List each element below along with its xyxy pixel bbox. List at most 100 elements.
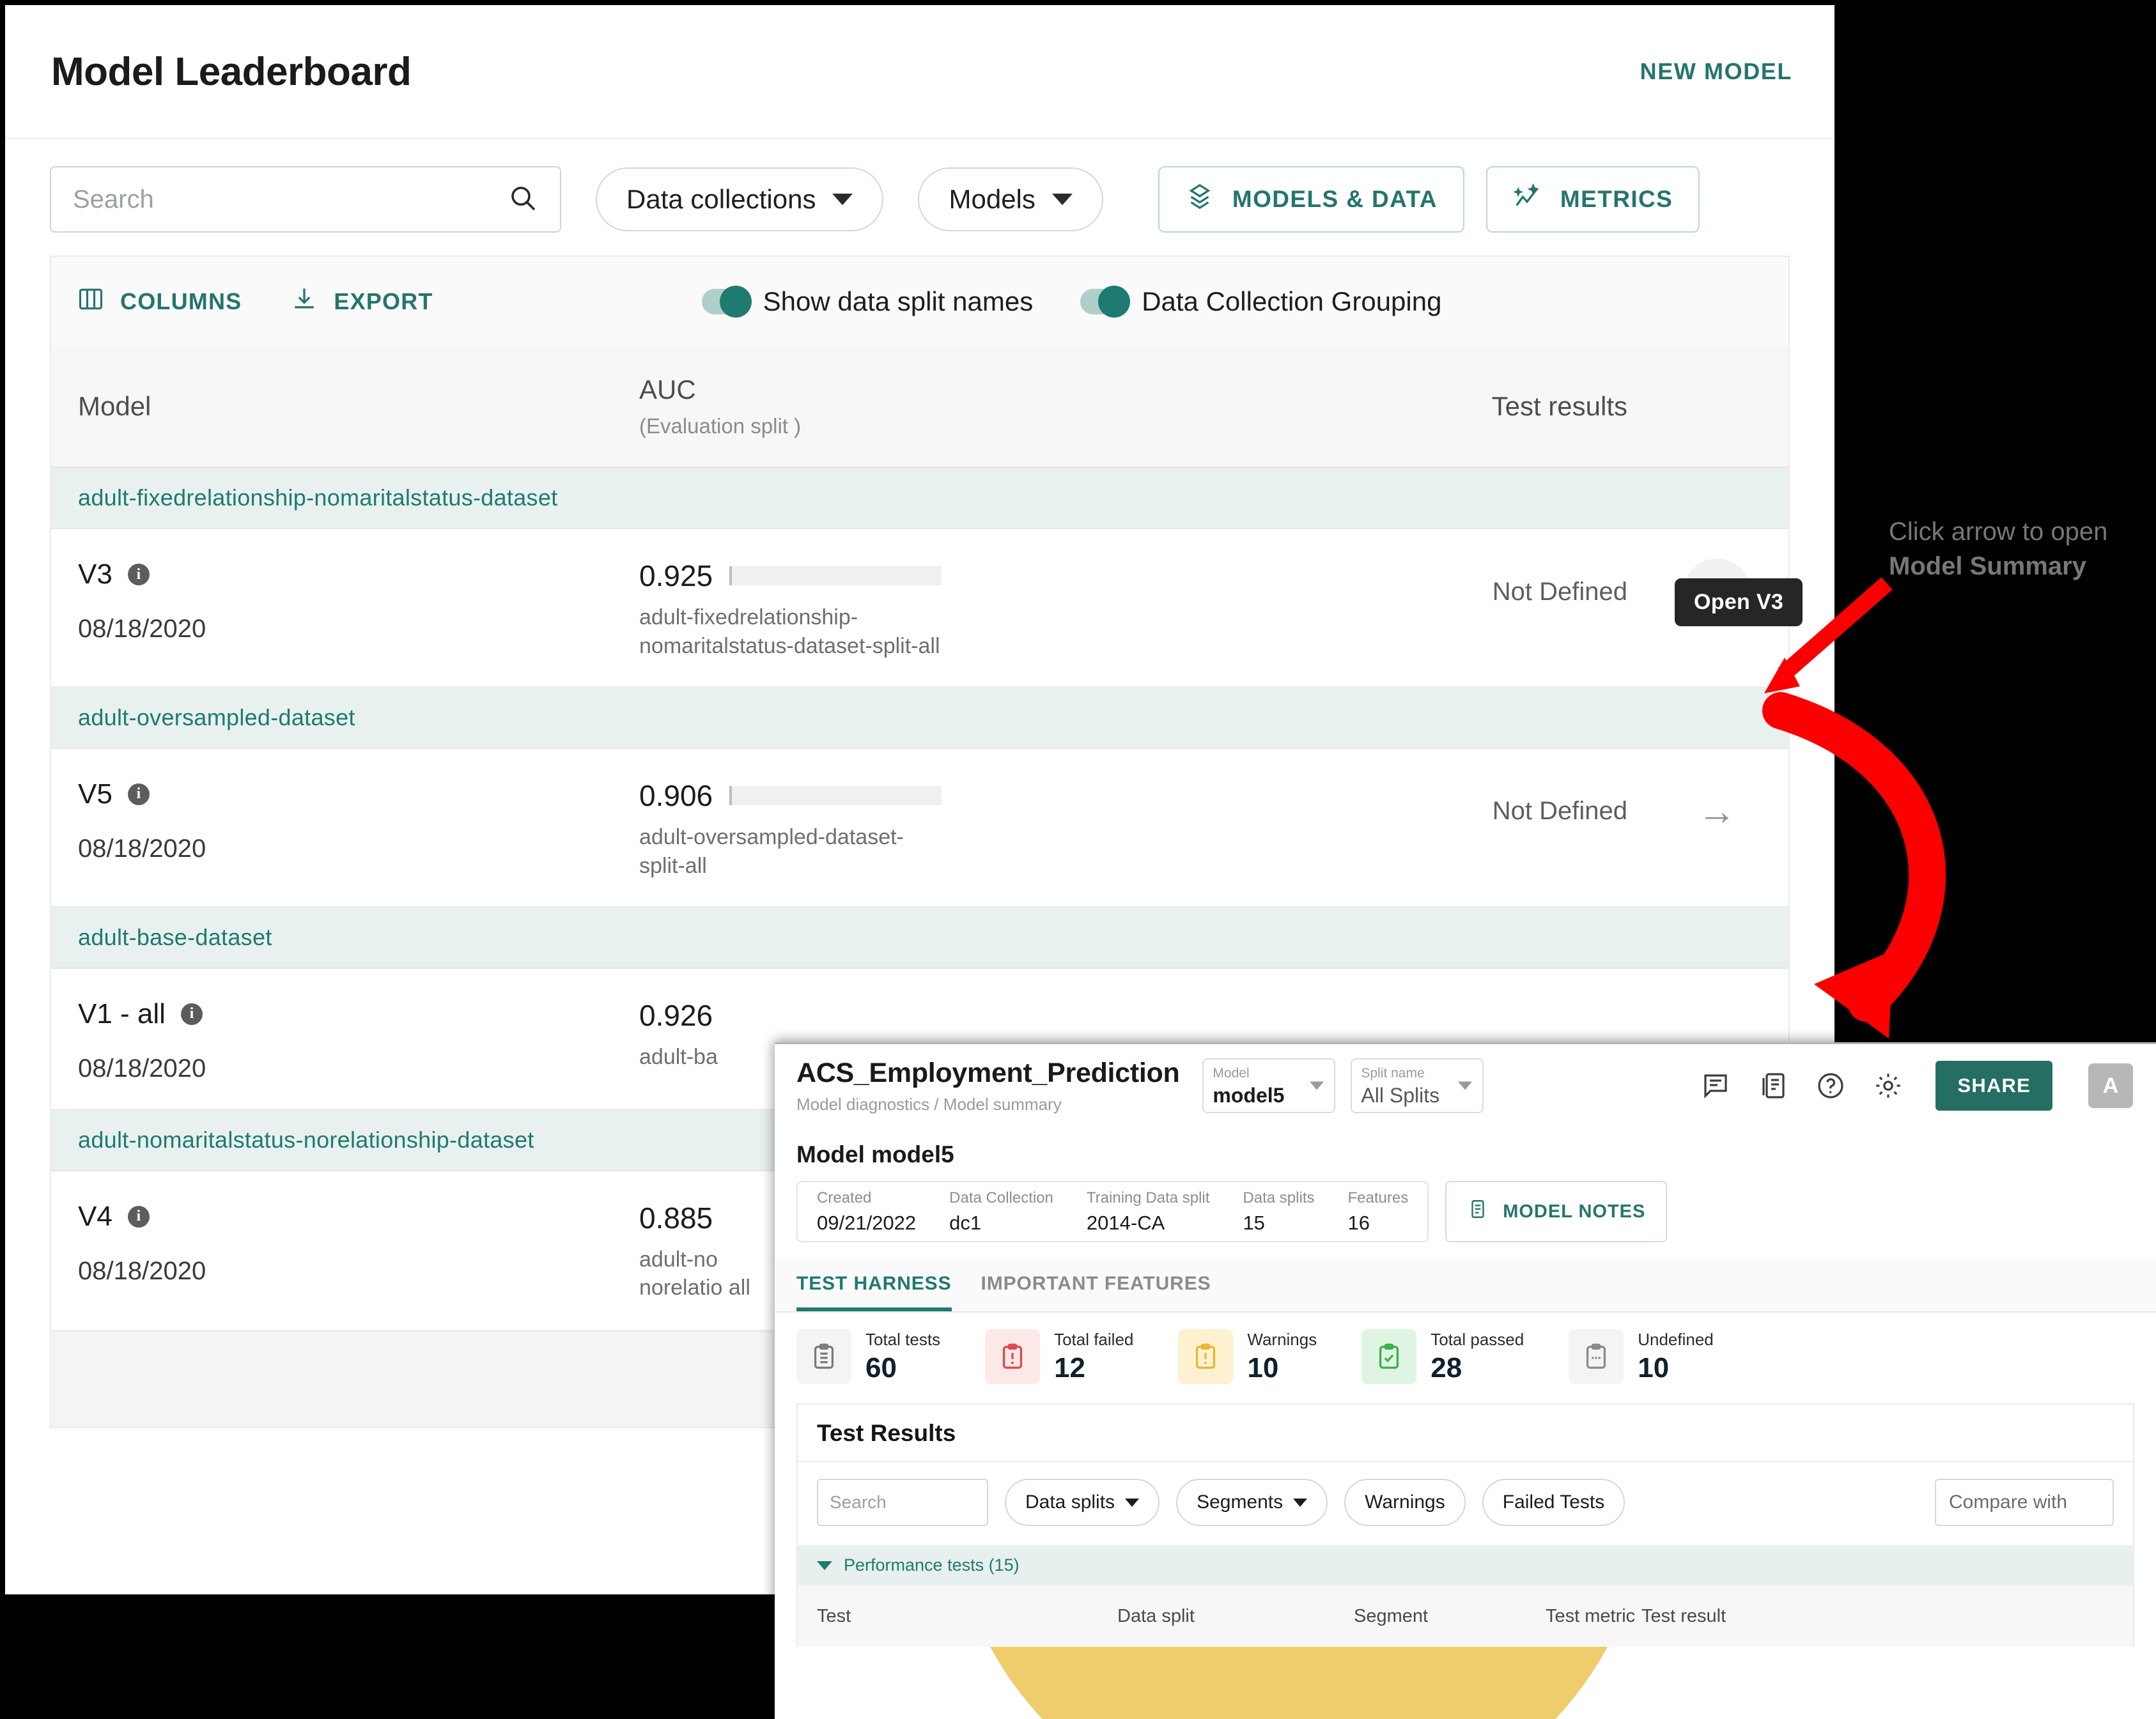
warnings-filter[interactable]: Warnings bbox=[1344, 1479, 1466, 1526]
segments-filter[interactable]: Segments bbox=[1176, 1479, 1328, 1526]
column-header-segment: Segment bbox=[1354, 1606, 1546, 1627]
info-icon[interactable]: i bbox=[128, 564, 150, 585]
gear-icon[interactable] bbox=[1873, 1070, 1904, 1101]
group-header-row[interactable]: adult-fixedrelationship-nomaritalstatus-… bbox=[51, 468, 1788, 529]
arrow-right-icon: → bbox=[1698, 792, 1736, 831]
clipboard-warn-icon bbox=[1178, 1329, 1233, 1384]
meta-value: 09/21/2022 bbox=[817, 1213, 916, 1233]
meta-created: Created 09/21/2022 bbox=[817, 1191, 916, 1233]
data-splits-filter-label: Data splits bbox=[1025, 1492, 1115, 1513]
report-icon[interactable] bbox=[1758, 1070, 1788, 1101]
test-results-search-box[interactable] bbox=[817, 1479, 988, 1526]
show-data-split-names-toggle[interactable]: Show data split names bbox=[702, 286, 1034, 317]
meta-key: Training Data split bbox=[1087, 1191, 1210, 1206]
performance-tests-group-row[interactable]: Performance tests (15) bbox=[798, 1545, 2133, 1585]
sparkle-chart-icon bbox=[1513, 182, 1542, 217]
models-and-data-button[interactable]: MODELS & DATA bbox=[1158, 166, 1464, 233]
table-row[interactable]: V3 i 08/18/2020 0.925 adult-fixedrelatio… bbox=[51, 529, 1788, 688]
stat-label: Undefined bbox=[1638, 1331, 1714, 1348]
avatar[interactable]: A bbox=[2088, 1063, 2133, 1108]
meta-training-data-split: Training Data split 2014-CA bbox=[1087, 1191, 1210, 1233]
column-header-auc: AUC (Evaluation split ) bbox=[639, 374, 1425, 438]
export-label: EXPORT bbox=[334, 288, 433, 315]
column-header-test: Test bbox=[817, 1606, 1117, 1627]
toolbar-toggles: Show data split names Data Collection Gr… bbox=[702, 286, 1442, 317]
summary-body: Model model5 Created 09/21/2022 Data Col… bbox=[775, 1127, 2156, 1647]
compare-with-select[interactable]: Compare with bbox=[1935, 1479, 2114, 1526]
help-icon[interactable] bbox=[1815, 1070, 1846, 1101]
column-header-test-results: Test results bbox=[1425, 391, 1788, 422]
failed-tests-filter[interactable]: Failed Tests bbox=[1482, 1479, 1625, 1526]
meta-key: Features bbox=[1347, 1191, 1408, 1206]
meta-key: Data Collection bbox=[949, 1191, 1053, 1206]
auc-value: 0.906 bbox=[639, 778, 713, 813]
open-model-arrow-button[interactable]: → bbox=[1684, 778, 1750, 845]
column-header-test-metric: Test metric bbox=[1546, 1606, 1641, 1627]
chevron-down-icon bbox=[1293, 1499, 1307, 1507]
search-box[interactable] bbox=[50, 166, 561, 233]
table-toolbar: COLUMNS EXPORT Show data split names Dat… bbox=[50, 256, 1790, 346]
tab-test-harness[interactable]: TEST HARNESS bbox=[796, 1259, 952, 1311]
cell-model: V4 i 08/18/2020 bbox=[51, 1201, 639, 1286]
test-results-table-header: Test Data split Segment Test metric Test… bbox=[798, 1585, 2133, 1647]
split-name-select[interactable]: Split name All Splits bbox=[1351, 1058, 1484, 1113]
column-header-test-results-label: Test results bbox=[1492, 391, 1627, 422]
model-select[interactable]: Model model5 bbox=[1202, 1058, 1335, 1113]
data-collection-grouping-toggle[interactable]: Data Collection Grouping bbox=[1080, 286, 1441, 317]
data-splits-filter[interactable]: Data splits bbox=[1005, 1479, 1159, 1526]
stat-label: Warnings bbox=[1247, 1331, 1317, 1348]
show-data-split-names-label: Show data split names bbox=[763, 286, 1034, 317]
info-icon[interactable]: i bbox=[128, 1206, 150, 1228]
auc-value: 0.925 bbox=[639, 559, 713, 593]
stat-total-passed: Total passed 28 bbox=[1361, 1329, 1524, 1384]
metrics-button[interactable]: METRICS bbox=[1486, 166, 1700, 233]
model-notes-label: MODEL NOTES bbox=[1503, 1201, 1645, 1222]
model-notes-button[interactable]: MODEL NOTES bbox=[1445, 1181, 1667, 1242]
test-results-card: Test Results Data splits Segments bbox=[796, 1403, 2134, 1647]
model-date: 08/18/2020 bbox=[78, 1054, 639, 1083]
table-row[interactable]: V5 i 08/18/2020 0.906 adult-oversampled-… bbox=[51, 749, 1788, 907]
stat-undefined: Undefined 10 bbox=[1569, 1329, 1714, 1384]
group-header-row[interactable]: adult-oversampled-dataset bbox=[51, 688, 1788, 749]
group-header-row[interactable]: adult-base-dataset bbox=[51, 907, 1788, 969]
info-icon[interactable]: i bbox=[128, 783, 150, 805]
meta-value: 2014-CA bbox=[1087, 1213, 1210, 1233]
stat-value: 60 bbox=[865, 1354, 940, 1382]
leaderboard-header: Model Leaderboard NEW MODEL bbox=[5, 5, 1834, 139]
columns-label: COLUMNS bbox=[120, 288, 242, 315]
clipboard-alert-icon bbox=[985, 1329, 1040, 1384]
export-button[interactable]: EXPORT bbox=[290, 285, 433, 319]
column-header-test-result: Test result bbox=[1641, 1606, 1769, 1627]
toggle-switch[interactable] bbox=[702, 289, 750, 314]
share-button[interactable]: SHARE bbox=[1935, 1061, 2052, 1111]
leaderboard-filter-bar: Data collections Models MODELS & DATA ME… bbox=[5, 139, 1834, 256]
meta-value: 16 bbox=[1347, 1213, 1408, 1233]
column-header-model: Model bbox=[51, 391, 639, 422]
download-icon bbox=[290, 285, 318, 319]
info-icon[interactable]: i bbox=[181, 1003, 203, 1025]
model-date: 08/18/2020 bbox=[78, 1257, 639, 1286]
meta-data-splits: Data splits 15 bbox=[1243, 1191, 1314, 1233]
split-name-label: Split name bbox=[1361, 1067, 1473, 1080]
model-select-label: Model bbox=[1213, 1067, 1325, 1080]
models-filter-label: Models bbox=[949, 184, 1035, 215]
chevron-down-icon bbox=[1125, 1499, 1139, 1507]
cell-auc: 0.906 adult-oversampled-dataset-split-al… bbox=[639, 778, 1425, 881]
search-input[interactable] bbox=[73, 185, 508, 214]
toggle-switch[interactable] bbox=[1080, 289, 1129, 314]
data-collections-filter[interactable]: Data collections bbox=[596, 167, 883, 231]
model-overview-section: Model model5 Created 09/21/2022 Data Col… bbox=[775, 1127, 2156, 1259]
new-model-button[interactable]: NEW MODEL bbox=[1640, 58, 1792, 85]
models-filter[interactable]: Models bbox=[918, 167, 1103, 231]
columns-button[interactable]: COLUMNS bbox=[77, 285, 242, 319]
auc-value: 0.926 bbox=[639, 998, 713, 1033]
comment-icon[interactable] bbox=[1700, 1070, 1731, 1101]
layers-icon bbox=[1185, 182, 1214, 217]
meta-key: Data splits bbox=[1243, 1191, 1314, 1206]
meta-key: Created bbox=[817, 1191, 916, 1206]
meta-data-collection: Data Collection dc1 bbox=[949, 1191, 1053, 1233]
tab-important-features[interactable]: IMPORTANT FEATURES bbox=[981, 1259, 1211, 1311]
summary-title-block: ACS_Employment_Prediction Model diagnost… bbox=[796, 1058, 1179, 1114]
data-collection-grouping-label: Data Collection Grouping bbox=[1142, 286, 1441, 317]
screenshot-root: Model Leaderboard NEW MODEL Data collect… bbox=[0, 0, 2156, 1719]
